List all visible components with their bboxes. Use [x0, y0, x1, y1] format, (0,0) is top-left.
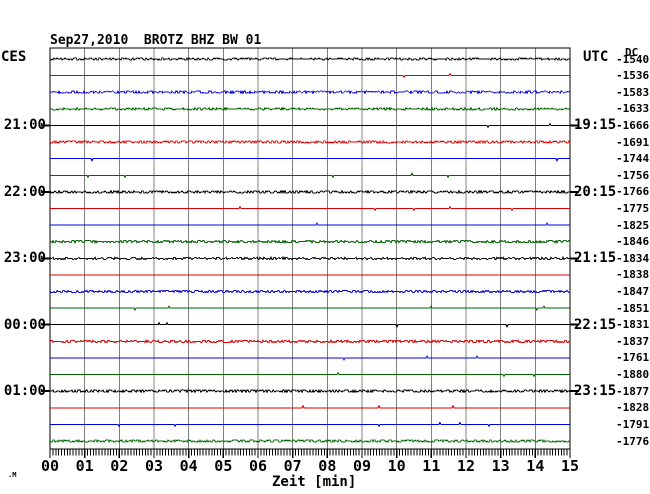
- dc-value: -1761: [616, 351, 650, 365]
- dc-value: -1583: [616, 85, 650, 99]
- seismic-trace: [50, 122, 570, 129]
- seismogram-plot[interactable]: [0, 0, 650, 494]
- x-tick-label: 02: [110, 457, 129, 475]
- seismic-trace: [50, 389, 571, 394]
- x-tick-label: 11: [422, 457, 441, 475]
- dc-column-label: DC: [625, 46, 639, 59]
- dc-value: -1847: [616, 285, 650, 299]
- seismic-trace: [50, 172, 570, 179]
- seismic-trace: [50, 239, 571, 244]
- dc-value: -1838: [616, 268, 650, 282]
- seismic-trace: [50, 56, 570, 62]
- seismic-trace: [50, 354, 570, 362]
- seismogram-viewer-window: Sep27,2010 BROTZ BHZ BW 01 CES UTC 21:00…: [0, 0, 650, 494]
- seismic-trace: [50, 72, 570, 79]
- x-tick-label: 04: [179, 457, 198, 475]
- dc-value: -1880: [616, 368, 650, 382]
- dc-value: -1744: [616, 152, 650, 166]
- cursor-artifact: .M: [8, 471, 17, 479]
- local-hour-label: 22:00: [3, 183, 46, 200]
- x-tick-label: 09: [352, 457, 372, 475]
- utc-hour-label: 22:15: [574, 316, 617, 333]
- seismic-trace: [49, 189, 570, 194]
- dc-value: -1834: [616, 251, 650, 265]
- dc-value: -1756: [616, 168, 650, 182]
- local-hour-label: 21:00: [3, 117, 46, 134]
- seismic-trace: [50, 205, 570, 212]
- dc-value: -1851: [616, 301, 650, 315]
- x-axis-title: Zeit [min]: [272, 474, 357, 490]
- x-tick-label: 00: [40, 457, 60, 475]
- utc-hour-label: 21:15: [574, 250, 617, 267]
- utc-hour-label: 20:15: [574, 183, 617, 200]
- dc-value: -1846: [616, 235, 650, 249]
- dc-value: -1536: [616, 69, 650, 83]
- x-tick-label: 07: [283, 457, 302, 475]
- seismic-trace: [49, 256, 570, 261]
- x-tick-label: 10: [387, 457, 406, 475]
- local-hour-label: 23:00: [3, 250, 46, 267]
- seismic-trace: [50, 106, 571, 111]
- x-tick-label: 08: [318, 457, 337, 475]
- x-tick-label: 12: [456, 457, 476, 475]
- x-tick-label: 14: [526, 457, 545, 475]
- dc-value: -1775: [616, 201, 650, 215]
- seismic-trace: [49, 289, 570, 294]
- x-tick-label: 13: [491, 457, 510, 475]
- dc-value: -1837: [616, 334, 650, 348]
- seismic-trace: [49, 438, 570, 444]
- seismic-trace: [50, 421, 570, 428]
- x-tick-label: 06: [248, 457, 268, 475]
- x-tick-label: 15: [560, 457, 580, 475]
- seismic-trace: [50, 371, 570, 378]
- dc-value: -1691: [616, 135, 650, 149]
- dc-value: -1791: [616, 417, 650, 431]
- x-tick-label: 03: [144, 457, 164, 475]
- seismic-trace: [50, 321, 570, 328]
- dc-value: -1666: [616, 118, 650, 132]
- local-hour-label: 01:00: [3, 383, 46, 400]
- dc-value: -1825: [616, 218, 650, 232]
- x-tick-label: 05: [214, 457, 233, 475]
- utc-hour-label: 19:15: [574, 117, 617, 134]
- dc-value: -1831: [616, 318, 650, 332]
- dc-value: -1633: [616, 102, 650, 116]
- dc-value: -1877: [616, 384, 650, 398]
- seismic-trace: [49, 339, 571, 344]
- seismic-trace: [50, 90, 570, 95]
- seismic-trace: [50, 158, 570, 162]
- x-tick-label: 01: [75, 457, 94, 475]
- seismic-trace: [50, 305, 570, 312]
- seismic-trace: [50, 221, 570, 226]
- seismic-trace: [50, 404, 570, 409]
- seismic-trace: [49, 139, 571, 145]
- dc-value: -1828: [616, 401, 650, 415]
- local-hour-label: 00:00: [3, 316, 46, 333]
- dc-value: -1766: [616, 185, 650, 199]
- utc-hour-label: 23:15: [574, 383, 617, 400]
- dc-value: -1776: [616, 434, 650, 448]
